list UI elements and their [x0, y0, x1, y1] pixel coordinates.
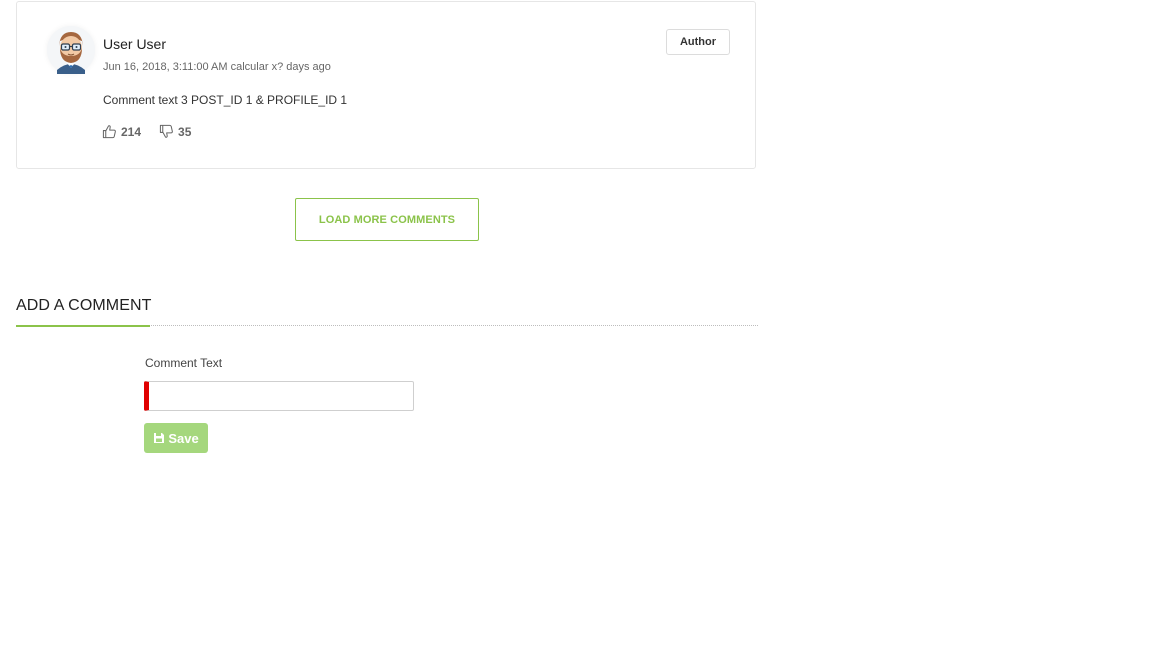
vote-controls: 214 35 [102, 124, 191, 139]
comment-text-input[interactable] [144, 381, 414, 411]
avatar[interactable] [47, 26, 95, 74]
comment-text-label: Comment Text [145, 356, 223, 370]
save-button-label: Save [168, 430, 199, 446]
dislike-button[interactable]: 35 [159, 124, 191, 139]
add-comment-heading: ADD A COMMENT [16, 297, 152, 314]
thumbs-up-icon [102, 125, 116, 139]
like-count: 214 [121, 124, 142, 139]
like-button[interactable]: 214 [102, 124, 141, 139]
load-more-comments-button[interactable]: LOAD MORE COMMENTS [295, 198, 479, 241]
user-avatar-icon [47, 26, 95, 74]
section-divider-accent [16, 325, 150, 327]
dislike-count: 35 [178, 124, 192, 139]
floppy-disk-icon [154, 433, 165, 443]
author-badge: Author [666, 29, 730, 55]
comment-author-name[interactable]: User User [103, 36, 166, 52]
comment-card: User User Jun 16, 2018, 3:11:00 AM calcu… [16, 1, 756, 169]
save-button[interactable]: Save [144, 423, 208, 453]
thumbs-down-icon [159, 124, 173, 138]
comment-timestamp: Jun 16, 2018, 3:11:00 AM calcular x? day… [103, 61, 331, 73]
comment-text: Comment text 3 POST_ID 1 & PROFILE_ID 1 [103, 93, 348, 107]
